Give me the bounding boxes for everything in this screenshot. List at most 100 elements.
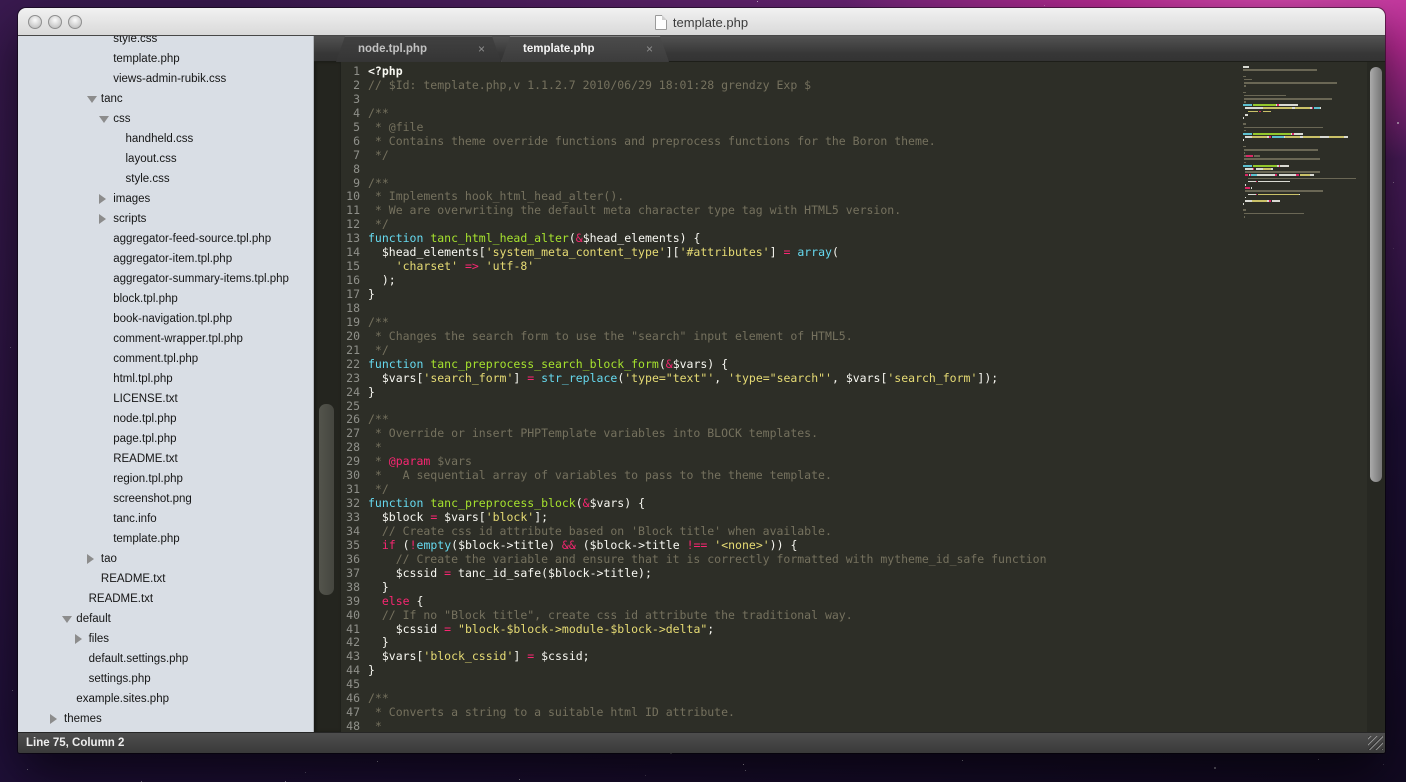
minimap-line [1243, 168, 1367, 170]
file-tree-item-label: aggregator-feed-source.tpl.php [113, 229, 271, 249]
chevron-right-icon[interactable] [99, 214, 106, 224]
code-line: 3 [341, 93, 1385, 107]
list-item[interactable]: scripts [18, 209, 314, 229]
code-token: ( [396, 538, 410, 552]
editor-scrollbar-track[interactable] [1367, 62, 1385, 732]
code-line: 33 $block = $vars['block']; [341, 511, 1385, 525]
code-line: 30 * A sequential array of variables to … [341, 469, 1385, 483]
list-item[interactable]: tanc.info [18, 509, 314, 529]
list-item[interactable]: handheld.css [18, 129, 314, 149]
list-item[interactable]: README.txt [18, 589, 314, 609]
list-item[interactable]: page.tpl.php [18, 429, 314, 449]
minimap-line [1243, 158, 1367, 160]
file-tree-sidebar[interactable]: style.csstemplate.phpviews-admin-rubik.c… [18, 36, 314, 732]
list-item[interactable]: html.tpl.php [18, 369, 314, 389]
code-token: */ [368, 148, 389, 162]
list-item[interactable]: template.php [18, 529, 314, 549]
code-line: 25 [341, 400, 1385, 414]
desktop-background: template.php style.csstemplate.phpviews-… [0, 0, 1406, 782]
minimap[interactable] [1243, 66, 1367, 219]
code-editor[interactable]: 1<?php2// $Id: template.php,v 1.1.2.7 20… [314, 62, 1385, 732]
editor-column: node.tpl.php×template.php× 1<?php2// $Id… [314, 36, 1385, 732]
list-item[interactable]: default.settings.php [18, 649, 314, 669]
chevron-down-icon[interactable] [87, 96, 97, 103]
file-tree-item-label: tanc [101, 89, 123, 109]
code-token: & [666, 357, 673, 371]
list-item[interactable]: aggregator-feed-source.tpl.php [18, 229, 314, 249]
list-item[interactable]: tao [18, 549, 314, 569]
star-dot [1383, 764, 1384, 765]
list-item[interactable]: comment-wrapper.tpl.php [18, 329, 314, 349]
line-number: 25 [341, 400, 368, 414]
star-dot [1318, 759, 1319, 760]
list-item[interactable]: tanc [18, 89, 314, 109]
code-token: * [368, 440, 382, 454]
sidebar-scrollbar-thumb[interactable] [319, 404, 334, 595]
list-item[interactable]: block.tpl.php [18, 289, 314, 309]
code-line: 9/** [341, 177, 1385, 191]
code-token: * [368, 719, 382, 732]
file-tree-item-label: layout.css [126, 149, 177, 169]
code-token: @param [389, 454, 431, 468]
chevron-right-icon[interactable] [50, 714, 57, 724]
list-item[interactable]: aggregator-item.tpl.php [18, 249, 314, 269]
list-item[interactable]: files [18, 629, 314, 649]
list-item[interactable]: aggregator-summary-items.tpl.php [18, 269, 314, 289]
list-item[interactable]: template.php [18, 49, 314, 69]
editor-scrollbar-thumb[interactable] [1370, 67, 1382, 482]
chevron-down-icon[interactable] [62, 616, 72, 623]
chevron-right-icon[interactable] [75, 634, 82, 644]
tab-node-tpl-php[interactable]: node.tpl.php× [336, 36, 501, 62]
code-token: * Changes the search form to use the "se… [368, 329, 853, 343]
line-number: 21 [341, 344, 368, 358]
code-token: $cssid [368, 566, 444, 580]
code-token: } [368, 580, 389, 594]
code-token: tanc_preprocess_block [430, 496, 575, 510]
code-token: 'search_form' [887, 371, 977, 385]
line-number: 23 [341, 372, 368, 386]
list-item[interactable]: region.tpl.php [18, 469, 314, 489]
list-item[interactable]: css [18, 109, 314, 129]
line-number: 26 [341, 413, 368, 427]
minimap-line [1243, 200, 1367, 202]
code-token: ! [410, 538, 417, 552]
tab-close-icon[interactable]: × [478, 42, 485, 56]
code-token: empty [417, 538, 452, 552]
minimap-line [1243, 209, 1367, 211]
code-token: } [368, 635, 389, 649]
code-line: 18 [341, 302, 1385, 316]
tab-template-php[interactable]: template.php× [501, 36, 669, 62]
minimap-line [1243, 120, 1367, 122]
resize-grip-icon[interactable] [1368, 736, 1383, 750]
code-line: 4/** [341, 107, 1385, 121]
code-token [451, 622, 458, 636]
chevron-down-icon[interactable] [99, 116, 109, 123]
list-item[interactable]: book-navigation.tpl.php [18, 309, 314, 329]
list-item[interactable]: screenshot.png [18, 489, 314, 509]
chevron-right-icon[interactable] [87, 554, 94, 564]
list-item[interactable]: LICENSE.txt [18, 389, 314, 409]
list-item[interactable]: README.txt [18, 569, 314, 589]
list-item[interactable]: node.tpl.php [18, 409, 314, 429]
list-item[interactable]: comment.tpl.php [18, 349, 314, 369]
window-titlebar[interactable]: template.php [18, 8, 1385, 36]
chevron-right-icon[interactable] [99, 194, 106, 204]
sidebar-scrollbar-track[interactable] [314, 62, 341, 732]
list-item[interactable]: default [18, 609, 314, 629]
list-item[interactable]: settings.php [18, 669, 314, 689]
list-item[interactable]: images [18, 189, 314, 209]
code-token: * [368, 454, 389, 468]
list-item[interactable]: views-admin-rubik.css [18, 69, 314, 89]
code-token: 'block' [486, 510, 534, 524]
list-item[interactable]: themes [18, 709, 314, 729]
list-item[interactable]: layout.css [18, 149, 314, 169]
list-item[interactable]: style.css [18, 36, 314, 49]
code-token: '<none>' [714, 538, 769, 552]
list-item[interactable]: README.txt [18, 449, 314, 469]
code-token: ]); [977, 371, 998, 385]
list-item[interactable]: style.css [18, 169, 314, 189]
code-line: 15 'charset' => 'utf-8' [341, 260, 1385, 274]
list-item[interactable]: example.sites.php [18, 689, 314, 709]
tab-close-icon[interactable]: × [646, 42, 653, 56]
code-token: * Override or insert PHPTemplate variabl… [368, 426, 818, 440]
